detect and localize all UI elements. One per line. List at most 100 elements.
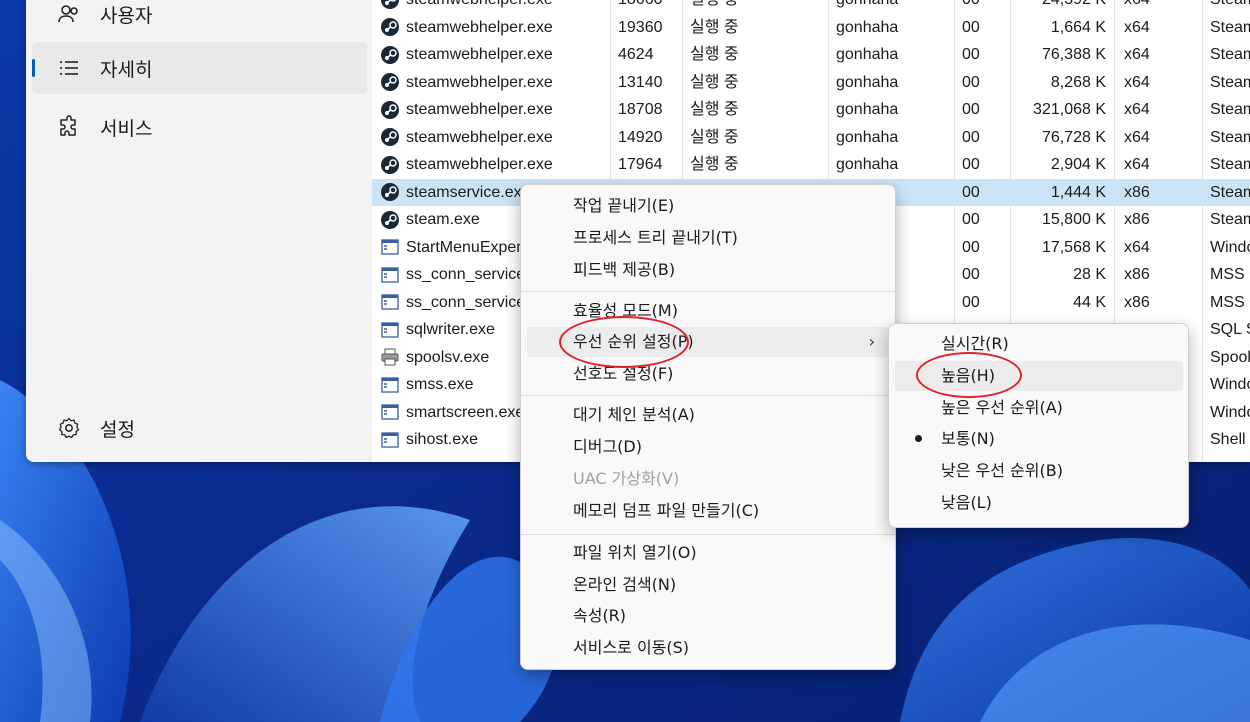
table-row[interactable]: steamwebhelper.exe 18660 실행 중 gonhaha 00 24,3… (372, 0, 1250, 14)
table-row[interactable]: steamwebhelper.exe 19360 실행 중 gonhaha 00 1,66… (372, 14, 1250, 42)
process-pid-cell: 17964 (618, 156, 663, 173)
process-mem-cell: 28 K (1073, 266, 1106, 283)
process-pid-cell: 4624 (618, 46, 654, 63)
process-mem-cell: 17,568 K (1041, 238, 1106, 256)
priority-normal[interactable]: 보통(N) (895, 424, 1183, 454)
app-window-icon (380, 402, 406, 422)
priority-realtime[interactable]: 실시간(R) (895, 329, 1183, 359)
printer-icon (380, 347, 406, 367)
table-row[interactable]: steamwebhelper.exe 18708 실행 중 gonhaha 00 321,… (372, 96, 1250, 124)
process-desc-cell: Steam C (1210, 18, 1250, 36)
sidebar-item-label: 자세히 (100, 58, 153, 81)
menu-item-open-file-location[interactable]: 파일 위치 열기(O) (527, 538, 889, 568)
process-name-cell: steamwebhelper.exe (380, 0, 580, 14)
priority-below-normal[interactable]: 낮은 우선 순위(B) (895, 456, 1183, 486)
process-arch-cell: x64 (1124, 156, 1150, 173)
sidebar-item-settings[interactable]: 설정 (32, 402, 367, 454)
steam-icon (380, 182, 406, 202)
process-desc-cell: MSS CS (1210, 266, 1250, 283)
menu-item-label: 온라인 검색(N) (573, 575, 677, 594)
table-row[interactable]: steamwebhelper.exe 4624 실행 중 gonhaha 00 76,38… (372, 41, 1250, 69)
menu-item-set-affinity[interactable]: 선호도 설정(F) (527, 359, 889, 389)
sidebar-item-users[interactable]: 사용자 (32, 0, 367, 40)
menu-item-feedback[interactable]: 피드백 제공(B) (527, 255, 889, 285)
process-name: smartscreen.exe (406, 403, 525, 421)
menu-item-properties[interactable]: 속성(R) (527, 601, 889, 631)
process-name: smss.exe (406, 376, 474, 393)
process-mem-cell: 321,068 K (1033, 101, 1106, 118)
table-row[interactable]: steamwebhelper.exe 13140 실행 중 gonhaha 00 8,26… (372, 69, 1250, 97)
menu-item-uac-virtualization: UAC 가상화(V) (527, 464, 889, 494)
menu-item-label: 프로세스 트리 끝내기(T) (573, 228, 738, 247)
active-indicator (32, 59, 35, 77)
process-name: steamwebhelper.exe (406, 73, 553, 91)
process-name: steamwebhelper.exe (406, 0, 553, 14)
process-mem-cell: 8,268 K (1050, 73, 1106, 91)
process-name: steamwebhelper.exe (406, 18, 553, 36)
process-desc-cell: Steam C (1210, 73, 1250, 91)
process-arch-cell: x86 (1124, 293, 1150, 311)
context-menu: 작업 끝내기(E) 프로세스 트리 끝내기(T) 피드백 제공(B) 효율성 모… (520, 184, 896, 670)
process-cpu-cell: 00 (962, 293, 980, 311)
menu-item-label: 낮음(L) (941, 493, 992, 512)
process-cpu-cell: 00 (962, 0, 992, 14)
process-cpu-cell: 00 (962, 101, 980, 118)
process-mem-cell: 1,444 K (1050, 183, 1106, 201)
sidebar-item-details[interactable]: 자세히 (32, 42, 367, 94)
process-name-cell: steamwebhelper.exe (380, 41, 580, 69)
users-icon (56, 1, 82, 27)
process-name: steamwebhelper.exe (406, 128, 553, 146)
annotation-circle-set-priority (559, 316, 689, 368)
process-cpu-cell: 00 (962, 156, 980, 173)
app-window-icon (380, 320, 406, 340)
process-cpu-cell: 00 (962, 18, 980, 36)
process-user-cell: gonhaha (836, 18, 899, 36)
sidebar-item-services[interactable]: 서비스 (32, 101, 367, 153)
table-row[interactable]: steamwebhelper.exe 17964 실행 중 gonhaha 00 2,90… (372, 151, 1250, 179)
process-mem-cell: 76,728 K (1041, 128, 1106, 146)
menu-item-label: 대기 체인 분석(A) (573, 405, 695, 424)
menu-item-create-dump[interactable]: 메모리 덤프 파일 만들기(C) (527, 496, 889, 526)
process-user-cell: gonhaha (836, 0, 956, 14)
menu-item-end-process-tree[interactable]: 프로세스 트리 끝내기(T) (527, 223, 889, 253)
steam-icon (380, 210, 406, 230)
process-desc-cell: Window (1210, 403, 1250, 421)
menu-item-label: 속성(R) (573, 606, 627, 625)
process-user-cell: gonhaha (836, 46, 899, 63)
menu-item-analyze-wait-chain[interactable]: 대기 체인 분석(A) (527, 400, 889, 430)
process-cpu-cell: 00 (962, 266, 980, 283)
priority-submenu: 실시간(R) 높음(H) 높은 우선 순위(A) 보통(N) 낮은 우선 순위(… (888, 323, 1189, 528)
process-pid-cell: 13140 (618, 73, 663, 91)
process-pid-cell: 14920 (618, 128, 663, 146)
sidebar-item-label: 설정 (100, 418, 135, 441)
steam-icon (380, 127, 406, 147)
table-row[interactable]: steamwebhelper.exe 14920 실행 중 gonhaha 00 76,7… (372, 124, 1250, 152)
menu-item-label: 서비스로 이동(S) (573, 638, 690, 657)
menu-item-search-online[interactable]: 온라인 검색(N) (527, 570, 889, 600)
menu-item-go-to-services[interactable]: 서비스로 이동(S) (527, 633, 889, 663)
process-name: sqlwriter.exe (406, 321, 495, 338)
priority-low[interactable]: 낮음(L) (895, 488, 1183, 518)
process-name-cell: steamwebhelper.exe (380, 96, 580, 124)
menu-item-debug[interactable]: 디버그(D) (527, 432, 889, 462)
gear-icon (56, 415, 82, 441)
priority-above-normal[interactable]: 높은 우선 순위(A) (895, 393, 1183, 423)
menu-separator (521, 395, 895, 396)
menu-item-label: 파일 위치 열기(O) (573, 543, 697, 562)
process-pid-cell: 18660 (618, 0, 678, 14)
app-window-icon (380, 237, 406, 257)
process-arch-cell: x86 (1124, 183, 1150, 201)
process-desc-cell: Steam (1210, 211, 1250, 228)
sidebar: 사용자 자세히 서비스 설정 (26, 0, 372, 462)
list-icon (56, 55, 82, 81)
process-name: steamwebhelper.exe (406, 101, 553, 118)
chevron-right-icon: › (868, 332, 875, 351)
steam-icon (380, 0, 406, 10)
menu-item-end-task[interactable]: 작업 끝내기(E) (527, 191, 889, 221)
app-window-icon (380, 265, 406, 285)
process-pid-cell: 18708 (618, 101, 663, 118)
menu-item-label: UAC 가상화(V) (573, 469, 680, 488)
process-name: steam.exe (406, 211, 480, 228)
menu-item-label: 실시간(R) (941, 334, 1009, 353)
process-arch-cell: x64 (1124, 238, 1150, 256)
